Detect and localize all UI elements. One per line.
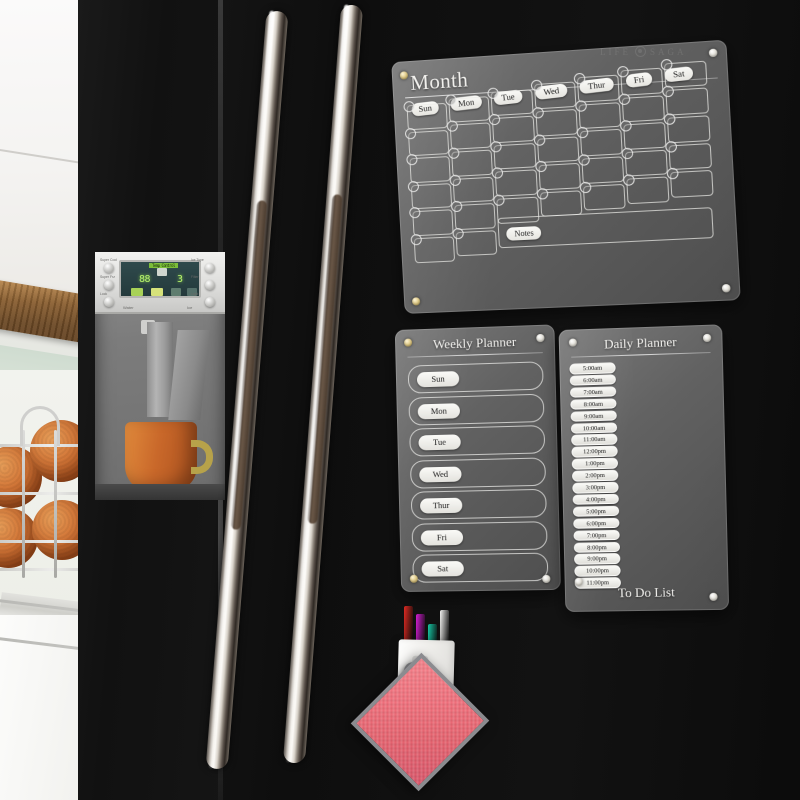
- marker-cap: [440, 610, 449, 644]
- weekly-planner-board[interactable]: Weekly Planner Sun Mon Tue Wed Thur Fri Sat: [394, 324, 561, 592]
- corner-screw: [399, 71, 409, 80]
- time-slot-500pm[interactable]: 5:00pm: [572, 505, 620, 518]
- display-indicator: [131, 288, 143, 296]
- time-slot-900am[interactable]: 9:00am: [570, 409, 617, 422]
- time-slot-500am[interactable]: 5:00am: [569, 362, 616, 375]
- dispenser-lever[interactable]: [168, 330, 210, 420]
- date-circle-icon: [574, 99, 587, 112]
- dispenser-label: Lock: [100, 292, 108, 296]
- weekly-day-label-wed: Wed: [419, 465, 462, 483]
- dispenser-label: Ice Type: [191, 258, 204, 262]
- coffee-mug: [125, 422, 197, 492]
- corner-screw: [708, 48, 718, 58]
- weekly-row-sun[interactable]: Sun: [407, 361, 544, 394]
- date-circle-icon: [404, 127, 417, 140]
- dispenser-label: Super Frz: [100, 275, 115, 279]
- weekly-row-tue[interactable]: Tue: [409, 424, 546, 457]
- corner-screw: [709, 592, 718, 601]
- time-slot-900pm[interactable]: 9:00pm: [574, 553, 621, 565]
- dispenser-button-super-freeze[interactable]: [104, 280, 114, 290]
- weekly-row-thur[interactable]: Thur: [410, 488, 547, 520]
- dispenser-control-panel[interactable]: 88 3 Temp Control Super Cool Super Frz L…: [95, 252, 225, 314]
- time-slot-800pm[interactable]: 8:00pm: [573, 541, 621, 553]
- date-circle-icon: [618, 92, 631, 105]
- dispenser-button-lock[interactable]: [104, 297, 114, 307]
- display-indicator: [171, 288, 181, 296]
- weekly-row-fri[interactable]: Fri: [411, 520, 548, 552]
- dispenser-label: Light: [191, 292, 199, 296]
- display-indicator: [151, 288, 163, 296]
- date-circle-icon: [579, 181, 592, 193]
- monthly-calendar-board[interactable]: Month Sun Mon Tue Wed Thur Fri Sat Notes: [391, 39, 741, 314]
- time-slot-1000pm[interactable]: 10:00pm: [574, 565, 621, 577]
- scene: 88 3 Temp Control Super Cool Super Frz L…: [0, 0, 800, 800]
- time-slot-1200pm[interactable]: 12:00pm: [571, 445, 618, 458]
- dispenser-water-label: Water: [123, 305, 134, 310]
- corner-screw: [411, 297, 421, 306]
- corner-screw: [574, 577, 583, 586]
- corner-screw: [409, 574, 418, 583]
- dispenser-button-filter[interactable]: [205, 280, 215, 290]
- dispenser-button-ice-type[interactable]: [205, 263, 215, 273]
- weekly-day-label-sun: Sun: [416, 371, 460, 388]
- time-slot-700am[interactable]: 7:00am: [569, 386, 617, 399]
- dispenser-button-super-cool[interactable]: [104, 263, 114, 273]
- dispenser-label: Super Cool: [100, 258, 117, 262]
- todo-list-title: To Do List: [617, 584, 675, 601]
- time-slot-700pm[interactable]: 7:00pm: [573, 529, 620, 541]
- time-slot-800am[interactable]: 8:00am: [570, 398, 617, 411]
- time-slot-300pm[interactable]: 3:00pm: [572, 481, 619, 494]
- daily-planner-board[interactable]: Daily Planner 5:00am 6:00am 7:00am 8:00am 9:…: [558, 324, 730, 612]
- dispenser-button-light[interactable]: [205, 297, 215, 307]
- corner-screw: [542, 574, 551, 584]
- weekly-day-label-tue: Tue: [418, 434, 461, 451]
- weekly-row-wed[interactable]: Wed: [409, 456, 547, 489]
- weekly-day-label-mon: Mon: [417, 402, 461, 419]
- weekly-planner-title: Weekly Planner: [432, 333, 517, 352]
- time-slot-1100am[interactable]: 11:00am: [571, 433, 618, 446]
- notes-label: Notes: [506, 225, 542, 241]
- display-icon: [157, 268, 167, 276]
- dispenser-tray: [95, 484, 225, 500]
- time-slot-600pm[interactable]: 6:00pm: [573, 517, 620, 530]
- dispenser-display: 88 3 Temp Control: [119, 260, 201, 298]
- time-slot-600am[interactable]: 6:00am: [569, 374, 617, 387]
- daily-planner-title: Daily Planner: [603, 333, 677, 352]
- corner-screw: [721, 283, 731, 293]
- weekly-row-sat[interactable]: Sat: [412, 552, 549, 583]
- weekly-day-label-thur: Thur: [419, 497, 463, 514]
- mug-handle: [191, 440, 213, 474]
- date-circle-icon: [531, 106, 544, 119]
- display-temp-left: 88: [139, 274, 151, 285]
- weekly-row-mon[interactable]: Mon: [408, 393, 545, 426]
- weekly-day-label-sat: Sat: [421, 560, 464, 577]
- weekly-day-label-fri: Fri: [420, 529, 464, 546]
- time-slot-200pm[interactable]: 2:00pm: [571, 469, 619, 482]
- dispenser-label: Filter: [191, 275, 199, 279]
- ice-water-dispenser[interactable]: 88 3 Temp Control Super Cool Super Frz L…: [95, 252, 225, 500]
- time-slot-100pm[interactable]: 1:00pm: [571, 457, 619, 470]
- display-temp-right: 3: [177, 274, 183, 285]
- dispenser-ice-label: Ice: [187, 305, 193, 310]
- date-circle-icon: [536, 187, 549, 200]
- time-slot-400pm[interactable]: 4:00pm: [572, 493, 619, 506]
- time-slot-1000am[interactable]: 10:00am: [570, 421, 618, 434]
- date-circle-icon: [533, 133, 546, 146]
- calendar-grid[interactable]: Notes: [403, 58, 726, 290]
- marker-cap: [404, 606, 413, 642]
